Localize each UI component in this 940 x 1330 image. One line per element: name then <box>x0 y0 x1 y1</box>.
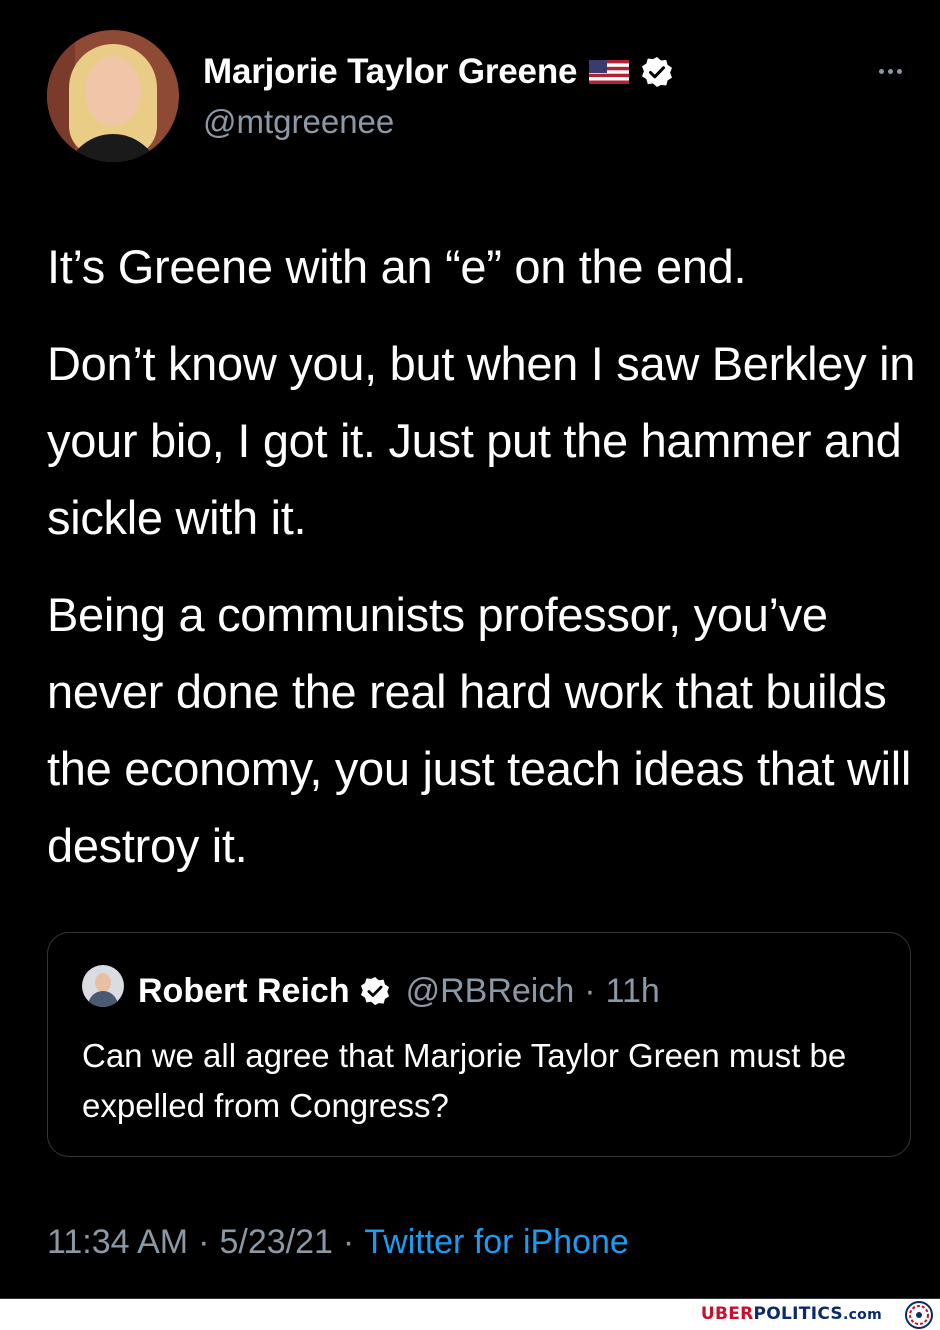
watermark-text: UBERPOLITICS.com <box>701 1304 882 1324</box>
quoted-avatar-body <box>88 991 118 1007</box>
verified-badge-icon <box>360 976 389 1006</box>
tweet-text: It’s Greene with an “e” on the end. Don’… <box>47 228 917 884</box>
tweet-meta: 11:34 AM · 5/23/21 · Twitter for iPhone <box>47 1220 629 1264</box>
quoted-separator: · <box>584 971 596 1010</box>
tweet-time[interactable]: 11:34 AM <box>47 1223 188 1262</box>
author-avatar[interactable] <box>47 30 179 162</box>
watermark-politics: POLITICS <box>753 1304 843 1324</box>
tweet: Marjorie Taylor Greene @mtgreenee It’s G… <box>0 0 940 1330</box>
tweet-paragraph: It’s Greene with an “e” on the end. <box>47 240 747 293</box>
meta-separator: · <box>198 1222 210 1261</box>
quoted-tweet-time: 11h <box>605 971 660 1010</box>
watermark-com: .com <box>842 1307 882 1323</box>
quoted-tweet-card[interactable]: Robert Reich @RBReich · 11h Can we all a… <box>47 932 911 1157</box>
quoted-author-handle: @RBReich <box>405 971 575 1010</box>
author-handle[interactable]: @mtgreenee <box>203 103 394 141</box>
more-options-icon <box>896 68 902 74</box>
tweet-paragraph: Being a communists professor, you’ve nev… <box>47 588 912 872</box>
quoted-avatar-head <box>95 973 111 992</box>
more-options-icon <box>887 68 893 74</box>
us-flag-icon <box>589 60 630 84</box>
tweet-paragraph: Don’t know you, but when I saw Berkley i… <box>47 337 916 544</box>
watermark-logo-icon <box>905 1301 933 1329</box>
meta-separator: · <box>342 1222 355 1261</box>
quoted-author-name: Robert Reich <box>138 971 350 1010</box>
watermark-uber: UBER <box>700 1304 754 1324</box>
author-name-row: Marjorie Taylor Greene <box>203 50 673 94</box>
quoted-tweet-text: Can we all agree that Marjorie Taylor Gr… <box>82 1037 847 1124</box>
quoted-author-avatar <box>82 965 124 1007</box>
avatar-face <box>85 56 141 126</box>
watermark-bar: UBERPOLITICS.com <box>0 1299 940 1330</box>
verified-badge-icon <box>642 57 673 87</box>
more-options-button[interactable] <box>868 56 912 86</box>
quoted-tweet-header: Robert Reich @RBReich · 11h <box>138 967 660 1015</box>
tweet-source-link[interactable]: Twitter for iPhone <box>364 1223 629 1262</box>
author-display-name[interactable]: Marjorie Taylor Greene <box>203 52 577 92</box>
more-options-icon <box>878 68 884 74</box>
tweet-date[interactable]: 5/23/21 <box>219 1223 332 1262</box>
